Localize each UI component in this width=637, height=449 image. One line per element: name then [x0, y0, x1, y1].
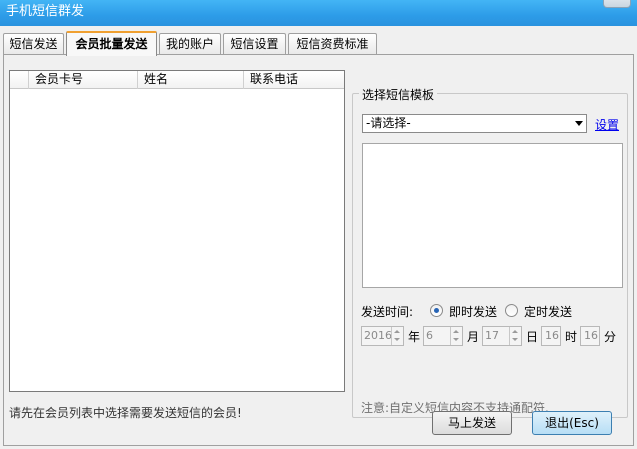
year-value: 2016: [364, 329, 392, 342]
template-select[interactable]: -请选择-: [362, 114, 587, 133]
tab-sms-settings[interactable]: 短信设置: [223, 33, 286, 55]
year-unit: 年: [408, 330, 421, 344]
year-spin-buttons[interactable]: [391, 327, 403, 345]
radio-scheduled-send[interactable]: [505, 304, 518, 317]
column-header-name[interactable]: 姓名: [138, 71, 244, 89]
main-window: 短信发送 会员批量发送 我的账户 短信设置 短信资费标准 会员卡号 姓名 联系电…: [0, 26, 637, 449]
column-header-card-no[interactable]: 会员卡号: [29, 71, 138, 89]
radio-scheduled-send-label[interactable]: 定时发送: [524, 303, 572, 320]
month-spinner[interactable]: 6: [423, 326, 463, 346]
template-content-textarea[interactable]: [362, 143, 623, 288]
month-spin-buttons[interactable]: [450, 327, 462, 345]
hour-unit: 时: [565, 330, 578, 344]
column-header-phone[interactable]: 联系电话: [244, 71, 344, 89]
day-spin-buttons[interactable]: [509, 327, 521, 345]
tab-sms-send[interactable]: 短信发送: [3, 33, 64, 55]
title-bar: 手机短信群发: [0, 0, 637, 26]
radio-instant-send-label[interactable]: 即时发送: [449, 303, 497, 320]
send-now-button[interactable]: 马上发送: [432, 411, 512, 435]
month-unit: 月: [467, 330, 480, 344]
day-value: 17: [485, 329, 499, 342]
minute-unit: 分: [604, 330, 617, 344]
template-select-value: -请选择-: [366, 116, 411, 130]
tab-member-batch-send[interactable]: 会员批量发送: [66, 31, 157, 56]
hour-input[interactable]: 16: [541, 326, 561, 346]
send-time-label: 发送时间:: [361, 305, 414, 319]
chevron-down-icon: [575, 121, 583, 126]
select-column-header[interactable]: [10, 71, 29, 89]
template-settings-link[interactable]: 设置: [595, 116, 619, 133]
tab-panel-member-batch: 会员卡号 姓名 联系电话 选择短信模板 -请选择- 设置 发送时间: 即时发送 …: [3, 54, 634, 446]
day-unit: 日: [526, 330, 539, 344]
tab-my-account[interactable]: 我的账户: [159, 33, 221, 55]
minute-input[interactable]: 16: [580, 326, 600, 346]
close-button[interactable]: [603, 0, 631, 8]
exit-button[interactable]: 退出(Esc): [532, 411, 612, 435]
template-group-label: 选择短信模板: [359, 86, 438, 103]
minute-value: 16: [584, 329, 598, 342]
table-header: 会员卡号 姓名 联系电话: [10, 71, 344, 89]
tab-sms-rates[interactable]: 短信资费标准: [288, 33, 377, 55]
window-title: 手机短信群发: [6, 4, 85, 19]
month-value: 6: [426, 329, 433, 342]
status-message: 请先在会员列表中选择需要发送短信的会员!: [9, 406, 242, 420]
member-table[interactable]: 会员卡号 姓名 联系电话: [9, 70, 345, 392]
hour-value: 16: [545, 329, 559, 342]
radio-instant-send[interactable]: [430, 304, 443, 317]
year-spinner[interactable]: 2016: [361, 326, 404, 346]
template-group: 选择短信模板 -请选择- 设置 发送时间: 即时发送 定时发送 2016 年 6…: [352, 86, 628, 418]
day-spinner[interactable]: 17: [482, 326, 522, 346]
